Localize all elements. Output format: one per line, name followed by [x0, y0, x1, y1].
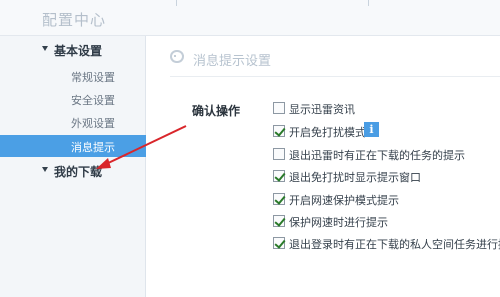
- settings-panel: 消息提示设置 确认操作 显示迅雷资讯 开启免打扰模式 退出迅雷时有正在下载的任务…: [147, 36, 500, 297]
- checkbox[interactable]: [273, 125, 285, 137]
- caret-down-icon: [42, 167, 48, 172]
- sidebar-item-security[interactable]: 安全设置: [0, 88, 146, 110]
- info-icon[interactable]: i: [364, 122, 379, 137]
- sidebar-item-label: 消息提示: [71, 141, 115, 154]
- checkbox[interactable]: [273, 148, 285, 160]
- sidebar-item-label: 常规设置: [71, 71, 115, 84]
- sidebar-group-label: 我的下载: [54, 165, 103, 179]
- sidebar-group-label: 基本设置: [54, 44, 103, 58]
- option-label: 开启免打扰模式: [289, 126, 366, 139]
- sidebar-item-label: 安全设置: [71, 94, 115, 107]
- speech-bubble-icon: [170, 50, 184, 63]
- title-bar: 配置中心: [0, 0, 500, 36]
- sidebar-item-message-prompts[interactable]: 消息提示: [0, 135, 146, 157]
- option-label: 显示迅雷资讯: [289, 103, 355, 116]
- sidebar: 基本设置 常规设置 安全设置 外观设置 消息提示 我的下载: [0, 36, 146, 297]
- option-label: 退出免打扰时显示提示窗口: [289, 171, 421, 184]
- caret-down-icon: [42, 46, 48, 51]
- row-label-confirm-operations: 确认操作: [192, 104, 241, 118]
- sidebar-item-label: 外观设置: [71, 117, 115, 130]
- sidebar-item-appearance[interactable]: 外观设置: [0, 111, 146, 133]
- option-label: 退出迅雷时有正在下载的任务的提示: [289, 149, 465, 162]
- checkbox[interactable]: [273, 102, 285, 114]
- divider: [170, 76, 500, 77]
- sidebar-group-basic-settings[interactable]: 基本设置: [0, 40, 146, 62]
- tab-divider: [176, 0, 177, 6]
- tab-divider: [368, 0, 369, 6]
- option-label: 保护网速时进行提示: [289, 216, 388, 229]
- section-title-text: 消息提示设置: [193, 54, 272, 69]
- checkbox[interactable]: [273, 215, 285, 227]
- sidebar-group-my-downloads[interactable]: 我的下载: [0, 161, 146, 183]
- app-title: 配置中心: [42, 11, 107, 29]
- checkbox[interactable]: [273, 237, 285, 249]
- option-label: 开启网速保护模式提示: [289, 194, 399, 207]
- checkbox[interactable]: [273, 170, 285, 182]
- sidebar-item-general[interactable]: 常规设置: [0, 65, 146, 87]
- checkbox[interactable]: [273, 193, 285, 205]
- option-label: 退出登录时有正在下载的私人空间任务进行提示: [289, 238, 500, 251]
